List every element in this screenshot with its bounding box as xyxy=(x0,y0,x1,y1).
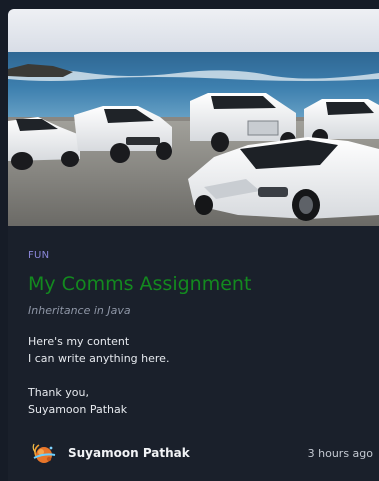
post-content: Here's my content I can write anything h… xyxy=(28,333,369,418)
post-body: FUN My Comms Assignment Inheritance in J… xyxy=(28,249,369,418)
content-line: I can write anything here. xyxy=(28,352,170,365)
post-timestamp: 3 hours ago xyxy=(307,447,373,460)
content-line: Here's my content xyxy=(28,335,130,348)
post-cover-image xyxy=(8,9,379,226)
planet-avatar-icon[interactable] xyxy=(30,440,58,468)
content-line: Thank you, xyxy=(28,386,89,399)
page: FUN My Comms Assignment Inheritance in J… xyxy=(0,0,379,481)
post-title[interactable]: My Comms Assignment xyxy=(28,273,369,295)
content-line: Suyamoon Pathak xyxy=(28,403,128,416)
post-card[interactable]: FUN My Comms Assignment Inheritance in J… xyxy=(8,9,379,481)
post-subtitle: Inheritance in Java xyxy=(28,304,131,317)
author-name[interactable]: Suyamoon Pathak xyxy=(68,446,190,460)
post-footer: Suyamoon Pathak 3 hours ago xyxy=(30,439,373,469)
category-label[interactable]: FUN xyxy=(28,249,369,263)
